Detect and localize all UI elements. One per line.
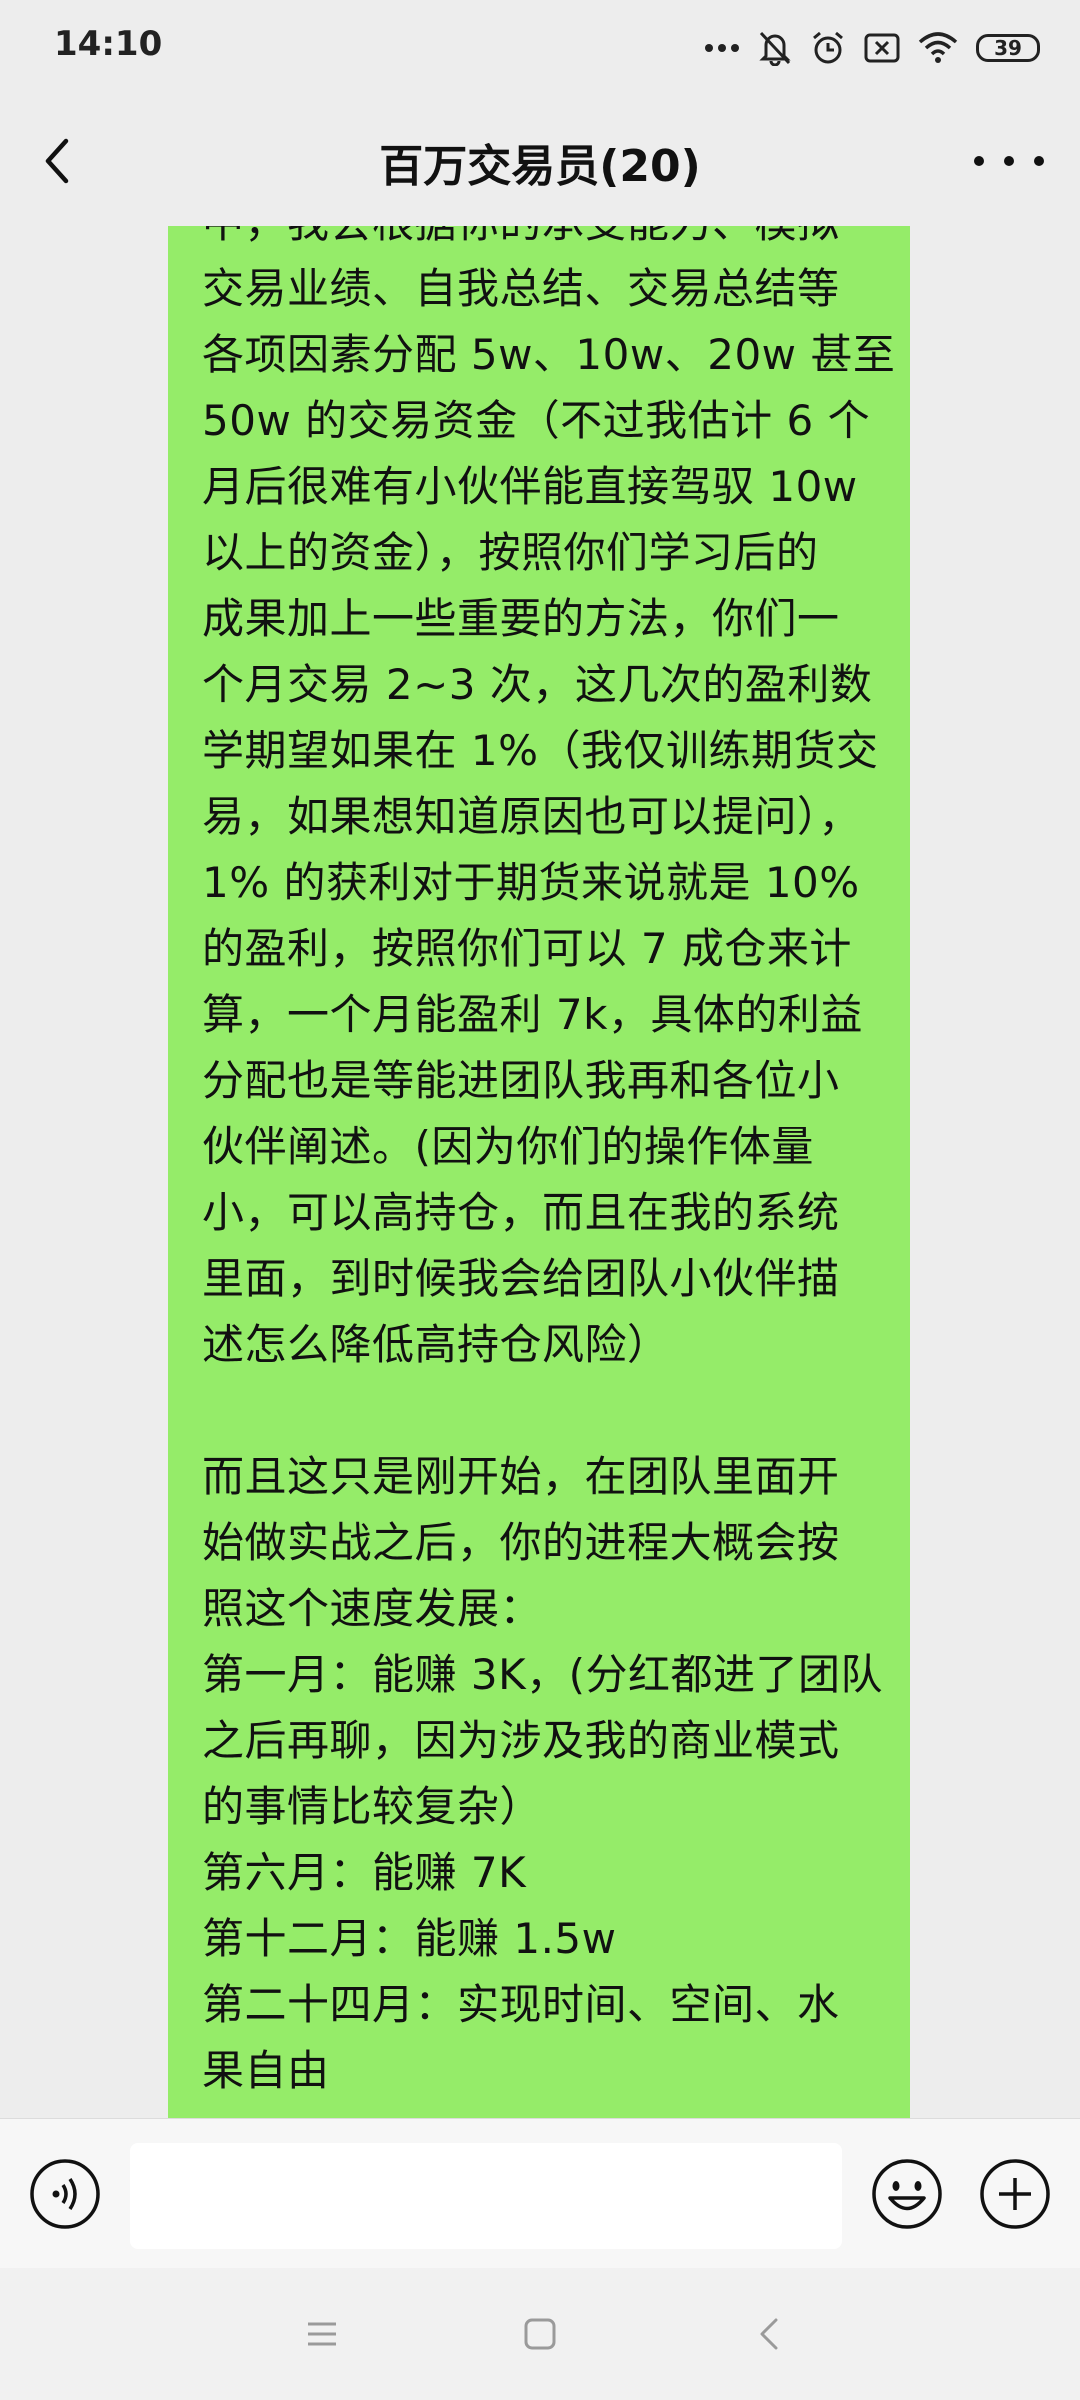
battery-level: 39	[994, 36, 1022, 60]
emoji-button[interactable]	[870, 2157, 944, 2231]
voice-button[interactable]	[28, 2157, 102, 2231]
message-line	[202, 1378, 895, 1444]
message-line: 第六月：能赚 7K	[202, 1848, 527, 1897]
message-line: 学期望如果在 1%（我仅训练期货交	[202, 726, 879, 775]
message-line: 里面，到时候我会给团队小伙伴描	[202, 1254, 840, 1303]
message-line: 小，可以高持仓，而且在我的系统	[202, 1188, 840, 1237]
status-time: 14:10	[54, 24, 163, 64]
message-line: 述怎么降低高持仓风险）	[202, 1320, 670, 1369]
message-input[interactable]	[130, 2143, 842, 2249]
status-icons: 39	[704, 26, 1040, 70]
more-button[interactable]	[974, 136, 1044, 186]
message-line: 算，一个月能盈利 7k，具体的利益	[202, 990, 863, 1039]
message-line: 第一月：能赚 3K，(分红都进了团队	[202, 1650, 884, 1699]
message-line: 50w 的交易资金（不过我估计 6 个	[202, 396, 871, 445]
home-square-icon	[524, 2318, 556, 2350]
message-line: 伙伴阐述。(因为你们的操作体量	[202, 1122, 814, 1171]
message-line: 的盈利，按照你们可以 7 成仓来计	[202, 924, 852, 973]
sim-x-icon	[864, 33, 900, 63]
message-line: 分配也是等能进团队我再和各位小	[202, 1056, 840, 1105]
message-line: 果自由	[202, 2046, 330, 2095]
menu-icon	[308, 2322, 336, 2346]
message-line: 月后很难有小伙伴能直接驾驭 10w	[202, 462, 858, 511]
message-line: 各项因素分配 5w、10w、20w 甚至	[202, 330, 896, 379]
more-dot	[1034, 156, 1044, 166]
back-chevron-icon	[760, 2318, 778, 2350]
emoji-icon	[872, 2159, 942, 2229]
message-line: 之后再聊，因为涉及我的商业模式	[202, 1716, 840, 1765]
chat-area[interactable]: 中，我会根据你的承受能力、模拟交易业绩、自我总结、交易总结等各项因素分配 5w、…	[0, 226, 1080, 2118]
more-horizontal-icon	[974, 156, 984, 166]
message-line: 中，我会根据你的承受能力、模拟	[202, 226, 895, 256]
message-line: 以上的资金），按照你们学习后的	[202, 528, 819, 577]
message-line: 个月交易 2~3 次，这几次的盈利数	[202, 660, 873, 709]
message-line: 的事情比较复杂）	[202, 1782, 543, 1831]
mute-bell-icon	[758, 30, 792, 66]
message-line: 照这个速度发展：	[202, 1584, 543, 1633]
alarm-icon	[810, 30, 846, 66]
message-line: 第二十四月：实现时间、空间、水	[202, 1980, 840, 2029]
message-line: 而且这只是刚开始，在团队里面开	[202, 1452, 840, 1501]
home-button[interactable]	[518, 2312, 562, 2356]
system-nav-bar	[0, 2268, 1080, 2400]
message-text: 中，我会根据你的承受能力、模拟交易业绩、自我总结、交易总结等各项因素分配 5w、…	[202, 226, 895, 2104]
message-line: 始做实战之后，你的进程大概会按	[202, 1518, 840, 1567]
chat-title: 百万交易员(20)	[379, 141, 701, 192]
message-line: 1% 的获利对于期货来说就是 10%	[202, 858, 860, 907]
menu-button[interactable]	[300, 2312, 344, 2356]
message-line: 成果加上一些重要的方法，你们一	[202, 594, 840, 643]
more-dots-icon	[704, 43, 740, 53]
battery-icon: 39	[976, 34, 1040, 62]
plus-circle-icon	[980, 2159, 1050, 2229]
voice-icon	[30, 2159, 100, 2229]
chat-header: 百万交易员(20)	[0, 96, 1080, 226]
message-bubble[interactable]: 中，我会根据你的承受能力、模拟交易业绩、自我总结、交易总结等各项因素分配 5w、…	[168, 226, 910, 2118]
wifi-icon	[918, 32, 958, 64]
back-nav-button[interactable]	[748, 2312, 792, 2356]
input-bar	[0, 2118, 1080, 2269]
status-bar: 14:10 39	[0, 0, 1080, 96]
message-line: 第十二月：能赚 1.5w	[202, 1914, 617, 1963]
plus-button[interactable]	[978, 2157, 1052, 2231]
more-dot	[1004, 156, 1014, 166]
message-line: 易，如果想知道原因也可以提问），	[202, 792, 862, 841]
message-line: 交易业绩、自我总结、交易总结等	[202, 264, 840, 313]
